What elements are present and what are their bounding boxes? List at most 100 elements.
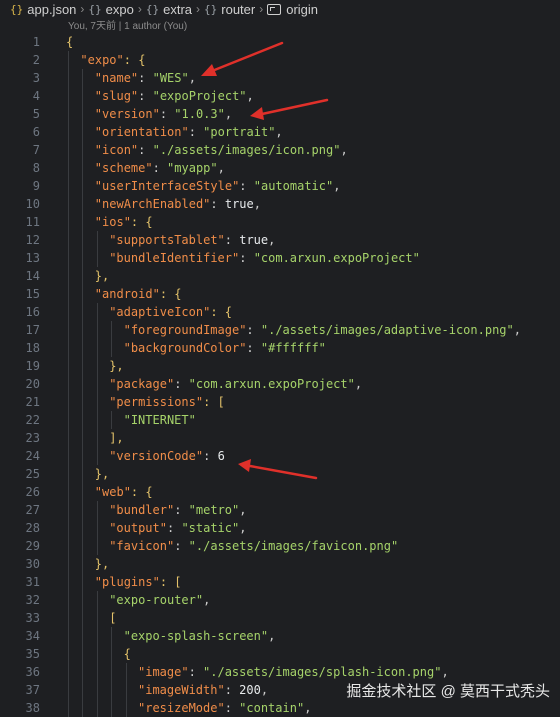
code-line[interactable]: 9 "userInterfaceStyle": "automatic", <box>0 177 560 195</box>
chevron-right-icon: › <box>80 2 85 16</box>
code-line[interactable]: 17 "foregroundImage": "./assets/images/ad… <box>0 321 560 339</box>
indent-guide <box>96 699 98 717</box>
indent-guide <box>82 321 84 339</box>
code-line[interactable]: 3 "name": "WES", <box>0 69 560 87</box>
code-token: }, <box>94 467 110 481</box>
indent-guide <box>111 699 113 717</box>
indent-guide <box>82 519 84 537</box>
breadcrumb-segment-router[interactable]: {} router <box>204 2 255 17</box>
code-token: "backgroundColor" <box>123 341 247 355</box>
code-token: : <box>174 503 189 517</box>
indent-guide <box>82 447 84 465</box>
code-text: }, <box>95 465 109 483</box>
line-number: 37 <box>25 683 40 697</box>
code-line[interactable]: 21 "permissions": [ <box>0 393 560 411</box>
indent-guide <box>125 699 127 717</box>
code-token: "expoProject" <box>152 89 247 103</box>
code-line[interactable]: 38 "resizeMode": "contain", <box>0 699 560 717</box>
code-line[interactable]: 33 [ <box>0 609 560 627</box>
code-line[interactable]: 27 "bundler": "metro", <box>0 501 560 519</box>
code-token: "package" <box>109 377 175 391</box>
code-token: 6 <box>217 449 225 463</box>
code-line[interactable]: 19}, <box>0 357 560 375</box>
breadcrumb-file[interactable]: {} app.json <box>10 2 76 17</box>
line-number: 12 <box>25 233 40 247</box>
code-token: "permissions" <box>109 395 204 409</box>
indent-guide <box>68 213 69 231</box>
breadcrumb-segment-expo[interactable]: {} expo <box>88 2 133 17</box>
code-token: "WES" <box>152 71 189 85</box>
line-number: 30 <box>25 557 40 571</box>
code-line[interactable]: 16 "adaptiveIcon": { <box>0 303 560 321</box>
code-text: "permissions": [ <box>109 393 225 411</box>
code-line[interactable]: 1{ <box>0 33 560 51</box>
code-line[interactable]: 28 "output": "static", <box>0 519 560 537</box>
line-number: 20 <box>25 377 40 391</box>
code-line[interactable]: 35 { <box>0 645 560 663</box>
breadcrumb-branch[interactable]: origin <box>267 2 318 17</box>
code-token: "automatic" <box>253 179 334 193</box>
code-line[interactable]: 36 "image": "./assets/images/splash-icon.… <box>0 663 560 681</box>
indent-guide <box>111 411 113 429</box>
code-line[interactable]: 6 "orientation": "portrait", <box>0 123 560 141</box>
json-file-icon: {} <box>10 2 24 16</box>
indent-guide <box>125 663 127 681</box>
indent-guide <box>68 231 69 249</box>
code-line[interactable]: 4 "slug": "expoProject", <box>0 87 560 105</box>
code-token: : <box>174 377 189 391</box>
code-token: "foregroundImage" <box>123 323 247 337</box>
code-line[interactable]: 5 "version": "1.0.3", <box>0 105 560 123</box>
code-line[interactable]: 30}, <box>0 555 560 573</box>
indent-guide <box>82 609 84 627</box>
indent-guide <box>96 321 98 339</box>
code-line[interactable]: 25}, <box>0 465 560 483</box>
indent-guide <box>68 159 69 177</box>
indent-guide <box>68 555 69 573</box>
code-token: "version" <box>94 107 160 121</box>
line-number: 9 <box>32 179 40 193</box>
code-token: : <box>224 701 240 715</box>
code-line[interactable]: 8 "scheme": "myapp", <box>0 159 560 177</box>
code-line[interactable]: 13 "bundleIdentifier": "com.arxun.expoPro… <box>0 249 560 267</box>
code-text: "expo": { <box>80 51 145 69</box>
code-line[interactable]: 10 "newArchEnabled": true, <box>0 195 560 213</box>
code-line[interactable]: 23], <box>0 429 560 447</box>
code-line[interactable]: 2 "expo": { <box>0 51 560 69</box>
code-line[interactable]: 15 "android": { <box>0 285 560 303</box>
indent-guide <box>82 303 84 321</box>
code-editor[interactable]: 1{2 "expo": {3 "name": "WES", 4 "slug": "exp… <box>0 33 560 717</box>
git-blame-annotation[interactable]: You, 7天前 | 1 author (You) <box>68 17 187 33</box>
code-line[interactable]: 7 "icon": "./assets/images/icon.png", <box>0 141 560 159</box>
code-line[interactable]: 14}, <box>0 267 560 285</box>
code-line[interactable]: 29 "favicon": "./assets/images/favicon.pn… <box>0 537 560 555</box>
code-line[interactable]: 20 "package": "com.arxun.expoProject", <box>0 375 560 393</box>
line-number: 34 <box>25 629 40 643</box>
indent-guide <box>68 87 69 105</box>
breadcrumb-segment-extra[interactable]: {} extra <box>146 2 192 17</box>
code-text: "foregroundImage": "./assets/images/adap… <box>124 321 521 339</box>
code-line[interactable]: 34 "expo-splash-screen", <box>0 627 560 645</box>
code-token: : <box>239 179 254 193</box>
code-token: : <box>138 143 153 157</box>
code-line[interactable]: 24 "versionCode": 6 <box>0 447 560 465</box>
code-token: , <box>354 377 363 391</box>
indent-guide <box>82 537 84 555</box>
code-line[interactable]: 11 "ios": { <box>0 213 560 231</box>
code-line[interactable]: 12 "supportsTablet": true, <box>0 231 560 249</box>
code-line[interactable]: 32 "expo-router", <box>0 591 560 609</box>
code-line[interactable]: 31 "plugins": [ <box>0 573 560 591</box>
code-token: : <box>246 323 261 337</box>
code-line[interactable]: 26 "web": { <box>0 483 560 501</box>
line-number: 7 <box>32 143 40 157</box>
indent-guide <box>82 681 84 699</box>
code-line[interactable]: 18 "backgroundColor": "#ffffff" <box>0 339 560 357</box>
code-token: }, <box>94 557 110 571</box>
indent-guide <box>82 357 84 375</box>
code-token: , <box>333 179 341 193</box>
code-token: , <box>275 125 283 139</box>
code-token: : <box>152 161 168 175</box>
code-line[interactable]: 22 "INTERNET" <box>0 411 560 429</box>
breadcrumb-segment-label: router <box>221 1 256 17</box>
indent-guide <box>96 249 98 267</box>
indent-guide <box>82 663 84 681</box>
